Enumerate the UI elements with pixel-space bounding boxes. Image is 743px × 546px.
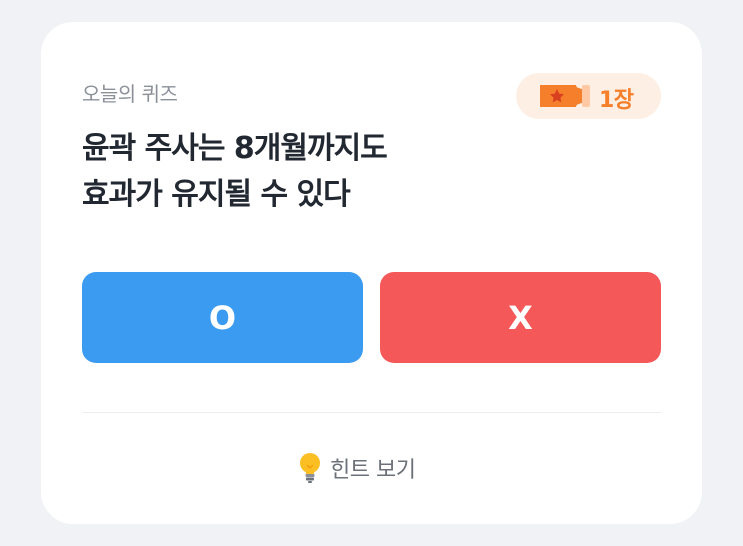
ticket-count: 1장 <box>599 88 634 113</box>
ticket-count-badge: 1장 <box>516 73 661 119</box>
star-ticket-icon <box>540 83 590 109</box>
divider <box>82 412 661 413</box>
question-line-2: 효과가 유지될 수 있다 <box>82 177 351 212</box>
view-hint-button[interactable]: 힌트 보기 <box>298 450 416 486</box>
answer-x-button[interactable]: X <box>380 272 661 363</box>
quiz-section-label: 오늘의 퀴즈 <box>82 82 178 106</box>
hint-label: 힌트 보기 <box>330 458 416 483</box>
question-line-1: 윤곽 주사는 8개월까지도 <box>82 131 388 166</box>
quiz-question: 윤곽 주사는 8개월까지도 효과가 유지될 수 있다 <box>82 126 602 218</box>
answer-o-button[interactable]: O <box>82 272 363 363</box>
lightbulb-icon <box>300 453 320 483</box>
quiz-card: 오늘의 퀴즈 1장 윤곽 주사는 8개월까지도 효과가 유지될 수 있다 O X… <box>41 22 702 524</box>
